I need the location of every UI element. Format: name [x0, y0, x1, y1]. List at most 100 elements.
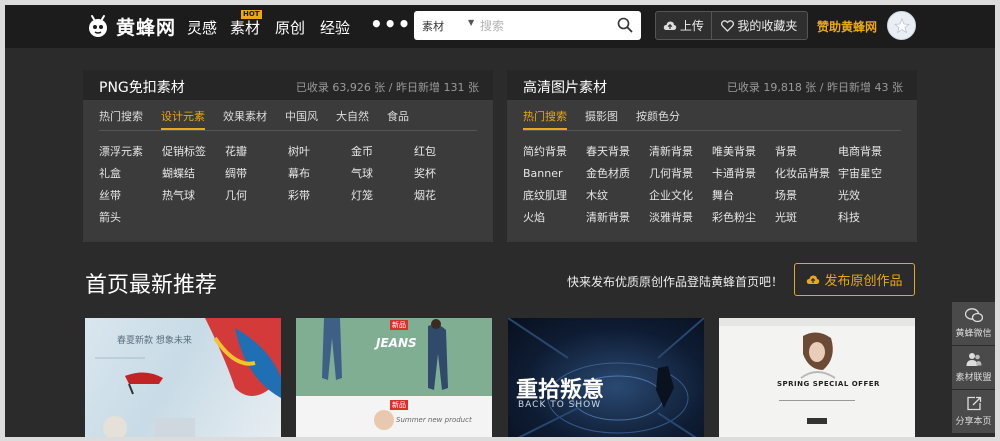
nav-link-experience[interactable]: 经验: [320, 17, 350, 38]
keyword-link[interactable]: 灯笼: [351, 189, 414, 203]
publish-original-button[interactable]: 发布原创作品: [794, 263, 915, 296]
panel-title[interactable]: 高清图片素材: [523, 77, 607, 97]
top-nav: 黄蜂网 灵感 素材 HOT 原创 经验 ••• 素材 ▼ 上传: [5, 5, 995, 48]
wechat-button[interactable]: 黄蜂微信: [952, 302, 995, 345]
keyword-link[interactable]: 淡雅背景: [649, 211, 712, 225]
keyword-link[interactable]: 红包: [414, 145, 477, 159]
recommend-thumb-4[interactable]: SPRING SPECIAL OFFER: [719, 318, 915, 437]
bee-logo-icon: [85, 13, 111, 39]
keyword-link[interactable]: 彩色粉尘: [712, 211, 775, 225]
floating-sidebar: 黄蜂微信 素材联盟 分享本页: [952, 302, 995, 434]
keyword-link[interactable]: 企业文化: [649, 189, 712, 203]
thumb-caption: JEANS: [376, 336, 417, 350]
hd-keyword-grid: 简约背景 春天背景 清新背景 唯美背景 背景 电商背景 Banner 金色材质 …: [523, 145, 913, 225]
hot-badge: HOT: [241, 10, 262, 19]
material-alliance-button[interactable]: 素材联盟: [952, 346, 995, 389]
keyword-link[interactable]: 蝴蝶结: [162, 167, 225, 181]
tab-food[interactable]: 食品: [387, 108, 409, 130]
tab-effect-materials[interactable]: 效果素材: [223, 108, 267, 130]
hd-images-panel: 高清图片素材 已收录 19,818 张 / 昨日新增 43 张 热门搜索 摄影图…: [507, 70, 917, 242]
tab-hot-search[interactable]: 热门搜索: [99, 108, 143, 130]
keyword-link[interactable]: 烟花: [414, 189, 477, 203]
tab-by-color[interactable]: 按颜色分: [636, 108, 680, 130]
keyword-link[interactable]: 绸带: [225, 167, 288, 181]
nav-link-materials[interactable]: 素材: [230, 17, 260, 38]
wechat-icon: [964, 308, 983, 323]
spring-offer-image: [719, 318, 915, 424]
keyword-link[interactable]: 简约背景: [523, 145, 586, 159]
keyword-link[interactable]: 树叶: [288, 145, 351, 159]
keyword-link[interactable]: 火焰: [523, 211, 586, 225]
tab-nature[interactable]: 大自然: [336, 108, 369, 130]
hd-tabs: 热门搜索 摄影图 按颜色分: [523, 108, 698, 130]
keyword-link[interactable]: 彩带: [288, 189, 351, 203]
keyword-link[interactable]: 宇宙星空: [838, 167, 901, 181]
keyword-link[interactable]: 促销标签: [162, 145, 225, 159]
nav-link-original[interactable]: 原创: [275, 17, 305, 38]
panel-title[interactable]: PNG免扣素材: [99, 77, 185, 97]
user-action-group: 上传 我的收藏夹: [655, 11, 808, 40]
keyword-link[interactable]: 几何背景: [649, 167, 712, 181]
keyword-link[interactable]: 幕布: [288, 167, 351, 181]
thumb-subcaption: Summer new product: [396, 416, 472, 424]
png-materials-panel: PNG免扣素材 已收录 63,926 张 / 昨日新增 131 张 热门搜索 设…: [83, 70, 493, 242]
caret-down-icon[interactable]: ▼: [468, 18, 474, 27]
more-menu-button[interactable]: •••: [370, 12, 411, 36]
logo[interactable]: 黄蜂网: [85, 11, 176, 41]
keyword-link[interactable]: 热气球: [162, 189, 225, 203]
nav-link-inspiration[interactable]: 灵感: [187, 17, 217, 38]
avatar[interactable]: [887, 11, 916, 40]
keyword-link[interactable]: 化妆品背景: [775, 167, 838, 181]
keyword-link[interactable]: 舞台: [712, 189, 775, 203]
tab-chinese-style[interactable]: 中国风: [285, 108, 318, 130]
sponsor-link[interactable]: 赞助黄蜂网: [817, 18, 877, 35]
keyword-link[interactable]: 电商背景: [838, 145, 901, 159]
keyword-link[interactable]: 丝带: [99, 189, 162, 203]
keyword-link[interactable]: 金币: [351, 145, 414, 159]
cloud-upload-icon: [663, 21, 677, 30]
keyword-link[interactable]: 科技: [838, 211, 901, 225]
tab-design-elements[interactable]: 设计元素: [161, 108, 205, 130]
keyword-link[interactable]: 箭头: [99, 211, 162, 225]
sidebar-label: 黄蜂微信: [955, 329, 992, 339]
keyword-link[interactable]: 花瓣: [225, 145, 288, 159]
keyword-link[interactable]: 漂浮元素: [99, 145, 162, 159]
keyword-link[interactable]: 场景: [775, 189, 838, 203]
keyword-link[interactable]: 清新背景: [586, 211, 649, 225]
thumb-caption: SPRING SPECIAL OFFER: [777, 380, 880, 388]
keyword-link[interactable]: 清新背景: [649, 145, 712, 159]
recommend-thumb-3[interactable]: 重拾叛意 BACK TO SHOW: [508, 318, 704, 437]
tab-photography[interactable]: 摄影图: [585, 108, 618, 130]
publish-label: 发布原创作品: [824, 274, 903, 289]
panel-stats: 已收录 19,818 张 / 昨日新增 43 张: [726, 81, 903, 94]
star-icon: [893, 17, 910, 33]
keyword-link[interactable]: 唯美背景: [712, 145, 775, 159]
search-category-select[interactable]: 素材: [422, 18, 444, 34]
keyword-link[interactable]: 奖杯: [414, 167, 477, 181]
recommend-thumb-2[interactable]: JEANS 新品 新品 Summer new product: [296, 318, 492, 437]
cloud-upload-icon: [807, 275, 820, 284]
thumb-caption: 春夏新款 想象未来: [117, 336, 192, 346]
recommend-thumb-1[interactable]: 春夏新款 想象未来: [85, 318, 281, 437]
keyword-link[interactable]: 光效: [838, 189, 901, 203]
upload-label: 上传: [679, 19, 704, 33]
keyword-link[interactable]: 金色材质: [586, 167, 649, 181]
tab-hot-search[interactable]: 热门搜索: [523, 108, 567, 130]
keyword-link[interactable]: 卡通背景: [712, 167, 775, 181]
keyword-link[interactable]: Banner: [523, 167, 586, 181]
keyword-link[interactable]: 木纹: [586, 189, 649, 203]
keyword-link[interactable]: 气球: [351, 167, 414, 181]
keyword-link[interactable]: 光斑: [775, 211, 838, 225]
keyword-link[interactable]: 礼盒: [99, 167, 162, 181]
keyword-link[interactable]: 背景: [775, 145, 838, 159]
share-page-button[interactable]: 分享本页: [952, 390, 995, 433]
keyword-link[interactable]: 春天背景: [586, 145, 649, 159]
keyword-link[interactable]: 底纹肌理: [523, 189, 586, 203]
upload-button[interactable]: 上传: [656, 12, 712, 39]
search-icon[interactable]: [617, 17, 633, 33]
section-title: 首页最新推荐: [85, 273, 218, 298]
favorites-label: 我的收藏夹: [737, 19, 798, 33]
favorites-button[interactable]: 我的收藏夹: [712, 12, 807, 39]
search-input[interactable]: [480, 17, 610, 35]
keyword-link[interactable]: 几何: [225, 189, 288, 203]
